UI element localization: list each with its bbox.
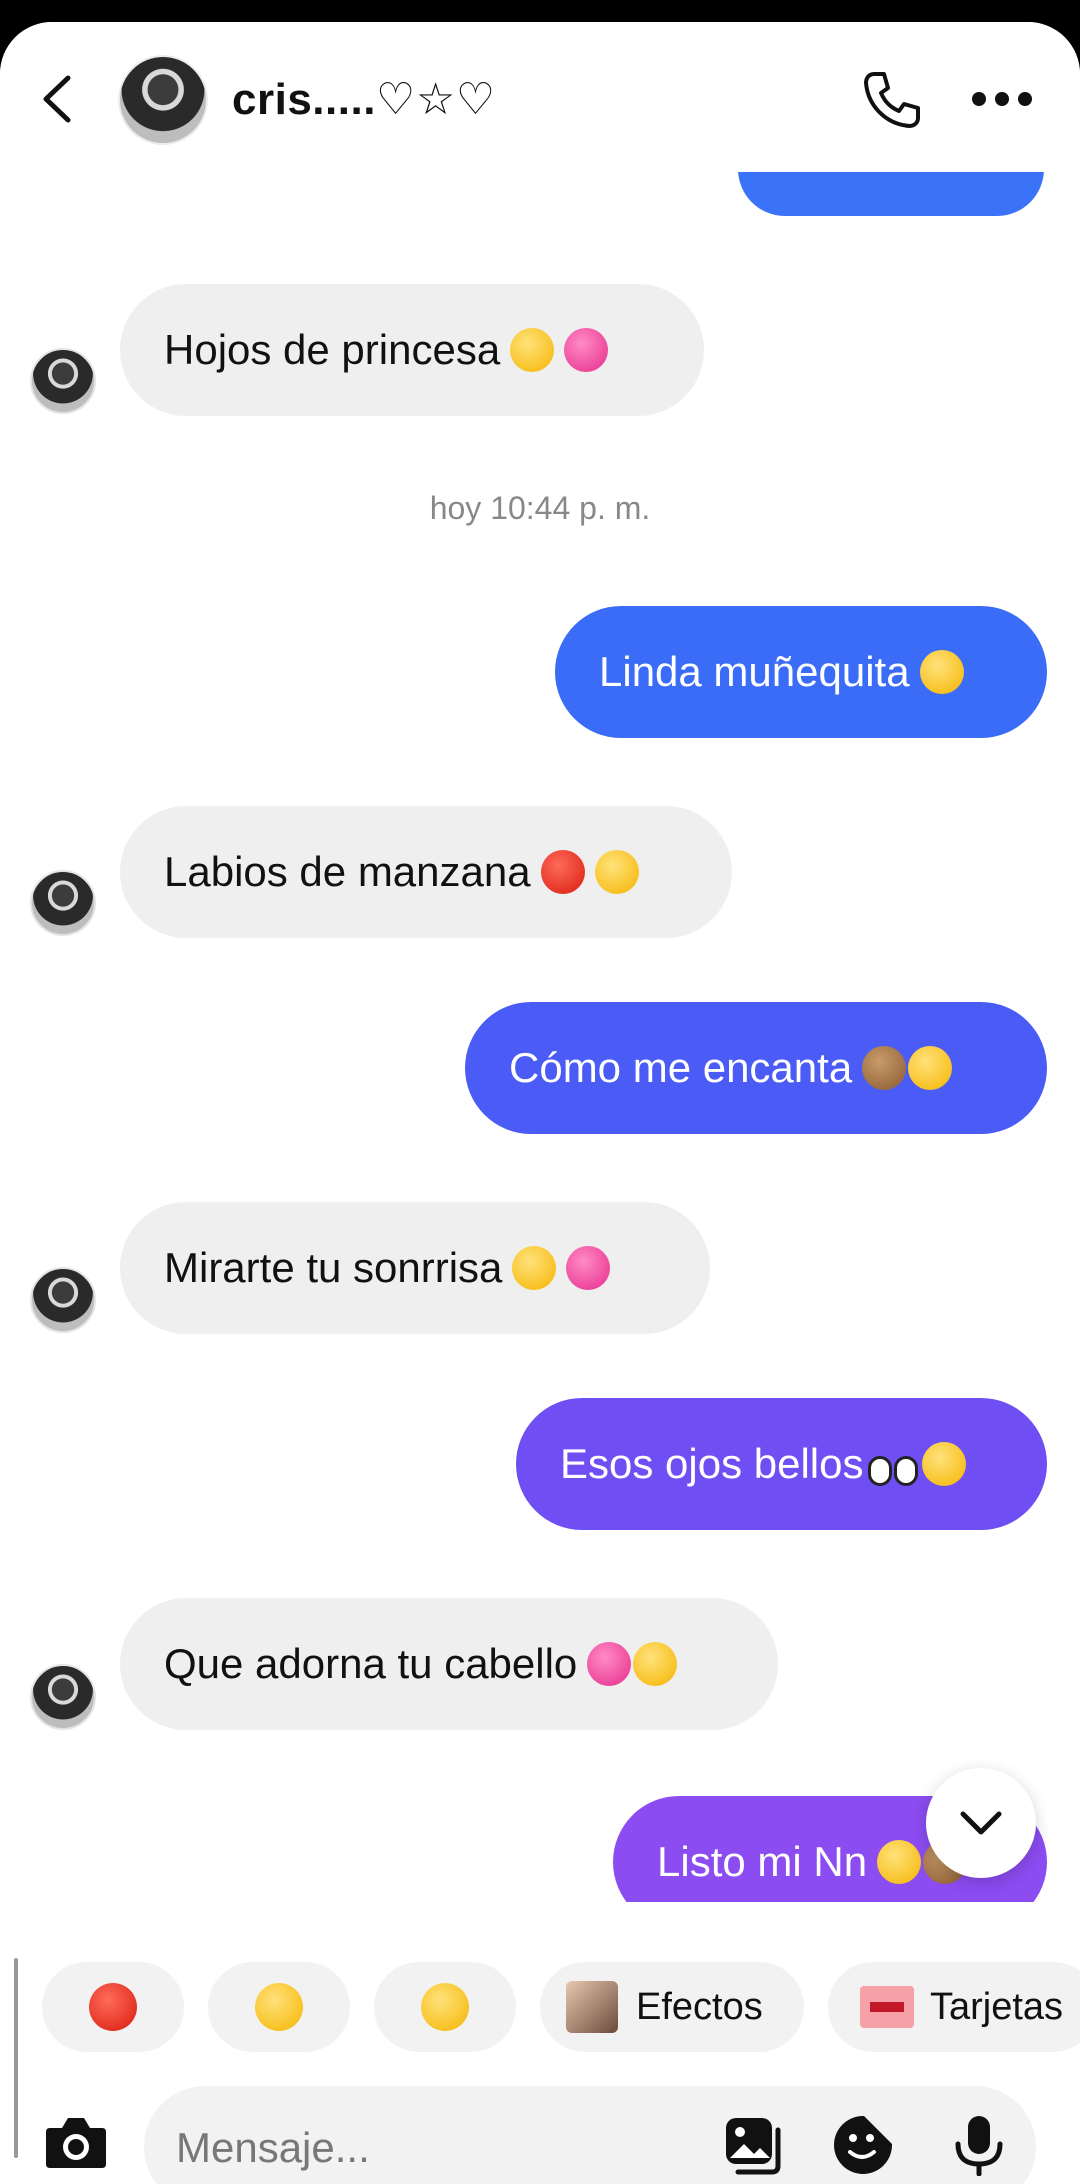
message-text: Hojos de princesa xyxy=(164,326,501,373)
contact-name[interactable]: cris.....♡☆♡ xyxy=(232,74,496,125)
effects-label: Efectos xyxy=(636,1986,763,2028)
cards-chip[interactable]: Tarjetas xyxy=(828,1962,1080,2052)
princess-emoji xyxy=(510,328,555,372)
sender-avatar[interactable] xyxy=(30,348,96,414)
incoming-message[interactable]: Labios de manzana xyxy=(120,806,732,938)
cards-label: Tarjetas xyxy=(930,1986,1064,2028)
incoming-message[interactable]: Que adorna tu cabello xyxy=(120,1598,778,1730)
outgoing-message[interactable]: Esos ojos bellos xyxy=(516,1398,1047,1530)
message-text: Mirarte tu sonrrisa xyxy=(164,1244,503,1291)
sticker-icon[interactable] xyxy=(832,2114,894,2176)
message-text: Labios de manzana xyxy=(164,848,531,895)
quick-reaction-thumbs-up[interactable] xyxy=(374,1962,516,2052)
message-text: Esos ojos bellos xyxy=(560,1440,864,1487)
outgoing-message[interactable]: Linda muñequita xyxy=(555,606,1047,738)
contact-avatar[interactable] xyxy=(118,55,208,145)
incoming-message[interactable]: Hojos de princesa xyxy=(120,284,704,416)
message-placeholder: Mensaje... xyxy=(176,2124,370,2171)
two-hearts-emoji xyxy=(564,328,609,372)
kissing-emoji xyxy=(633,1642,678,1686)
effects-chip[interactable]: Efectos xyxy=(540,1962,804,2052)
gallery-icon[interactable] xyxy=(722,2114,784,2176)
chevron-down-icon xyxy=(960,1811,1002,1835)
microphone-icon[interactable] xyxy=(948,2114,1010,2176)
phone-call-icon[interactable] xyxy=(860,68,924,132)
effects-thumbnail xyxy=(566,1981,618,2033)
cards-thumbnail xyxy=(860,1986,914,2028)
heart-eyes-emoji xyxy=(908,1046,953,1090)
smiling-emoji xyxy=(512,1246,557,1290)
red-heart-emoji xyxy=(89,1983,137,2031)
quick-reaction-laugh[interactable] xyxy=(208,1962,350,2052)
message-timestamp: hoy 10:44 p. m. xyxy=(429,490,651,526)
message-text: Listo mi Nn xyxy=(657,1838,868,1885)
heart-eyes-emoji xyxy=(877,1840,922,1884)
quick-reaction-heart[interactable] xyxy=(42,1962,184,2052)
eyes-emoji xyxy=(893,1456,918,1486)
more-options-icon[interactable] xyxy=(972,92,1032,108)
thumbs-up-emoji xyxy=(421,1983,469,2031)
outgoing-message[interactable]: Cómo me encanta xyxy=(465,1002,1047,1134)
chat-header: cris.....♡☆♡ xyxy=(0,22,1080,172)
scroll-to-bottom-button[interactable] xyxy=(926,1768,1036,1878)
divider xyxy=(14,1958,18,2158)
sender-avatar[interactable] xyxy=(30,1664,96,1730)
see-no-evil-monkey-emoji xyxy=(862,1046,907,1090)
incoming-message[interactable]: Mirarte tu sonrrisa xyxy=(120,1202,710,1334)
sender-avatar[interactable] xyxy=(30,870,96,936)
sender-avatar[interactable] xyxy=(30,1267,96,1333)
camera-icon[interactable] xyxy=(44,2114,108,2170)
two-hearts-emoji xyxy=(566,1246,611,1290)
heart-eyes-emoji xyxy=(919,650,964,694)
two-hearts-emoji xyxy=(587,1642,632,1686)
apple-emoji xyxy=(540,850,585,894)
composer-area: Efectos Tarjetas Mensaje... xyxy=(0,1902,1080,2184)
heart-eyes-emoji xyxy=(921,1442,966,1486)
drooling-emoji xyxy=(594,850,639,894)
message-text: Que adorna tu cabello xyxy=(164,1640,578,1687)
back-arrow-icon[interactable] xyxy=(38,74,78,124)
message-text: Cómo me encanta xyxy=(509,1044,853,1091)
message-text: Linda muñequita xyxy=(599,648,910,695)
eyes-emoji xyxy=(867,1456,892,1486)
chat-screen: cris.....♡☆♡ Hojos de princesa hoy 10:44… xyxy=(0,22,1080,2184)
tears-of-joy-emoji xyxy=(255,1983,303,2031)
